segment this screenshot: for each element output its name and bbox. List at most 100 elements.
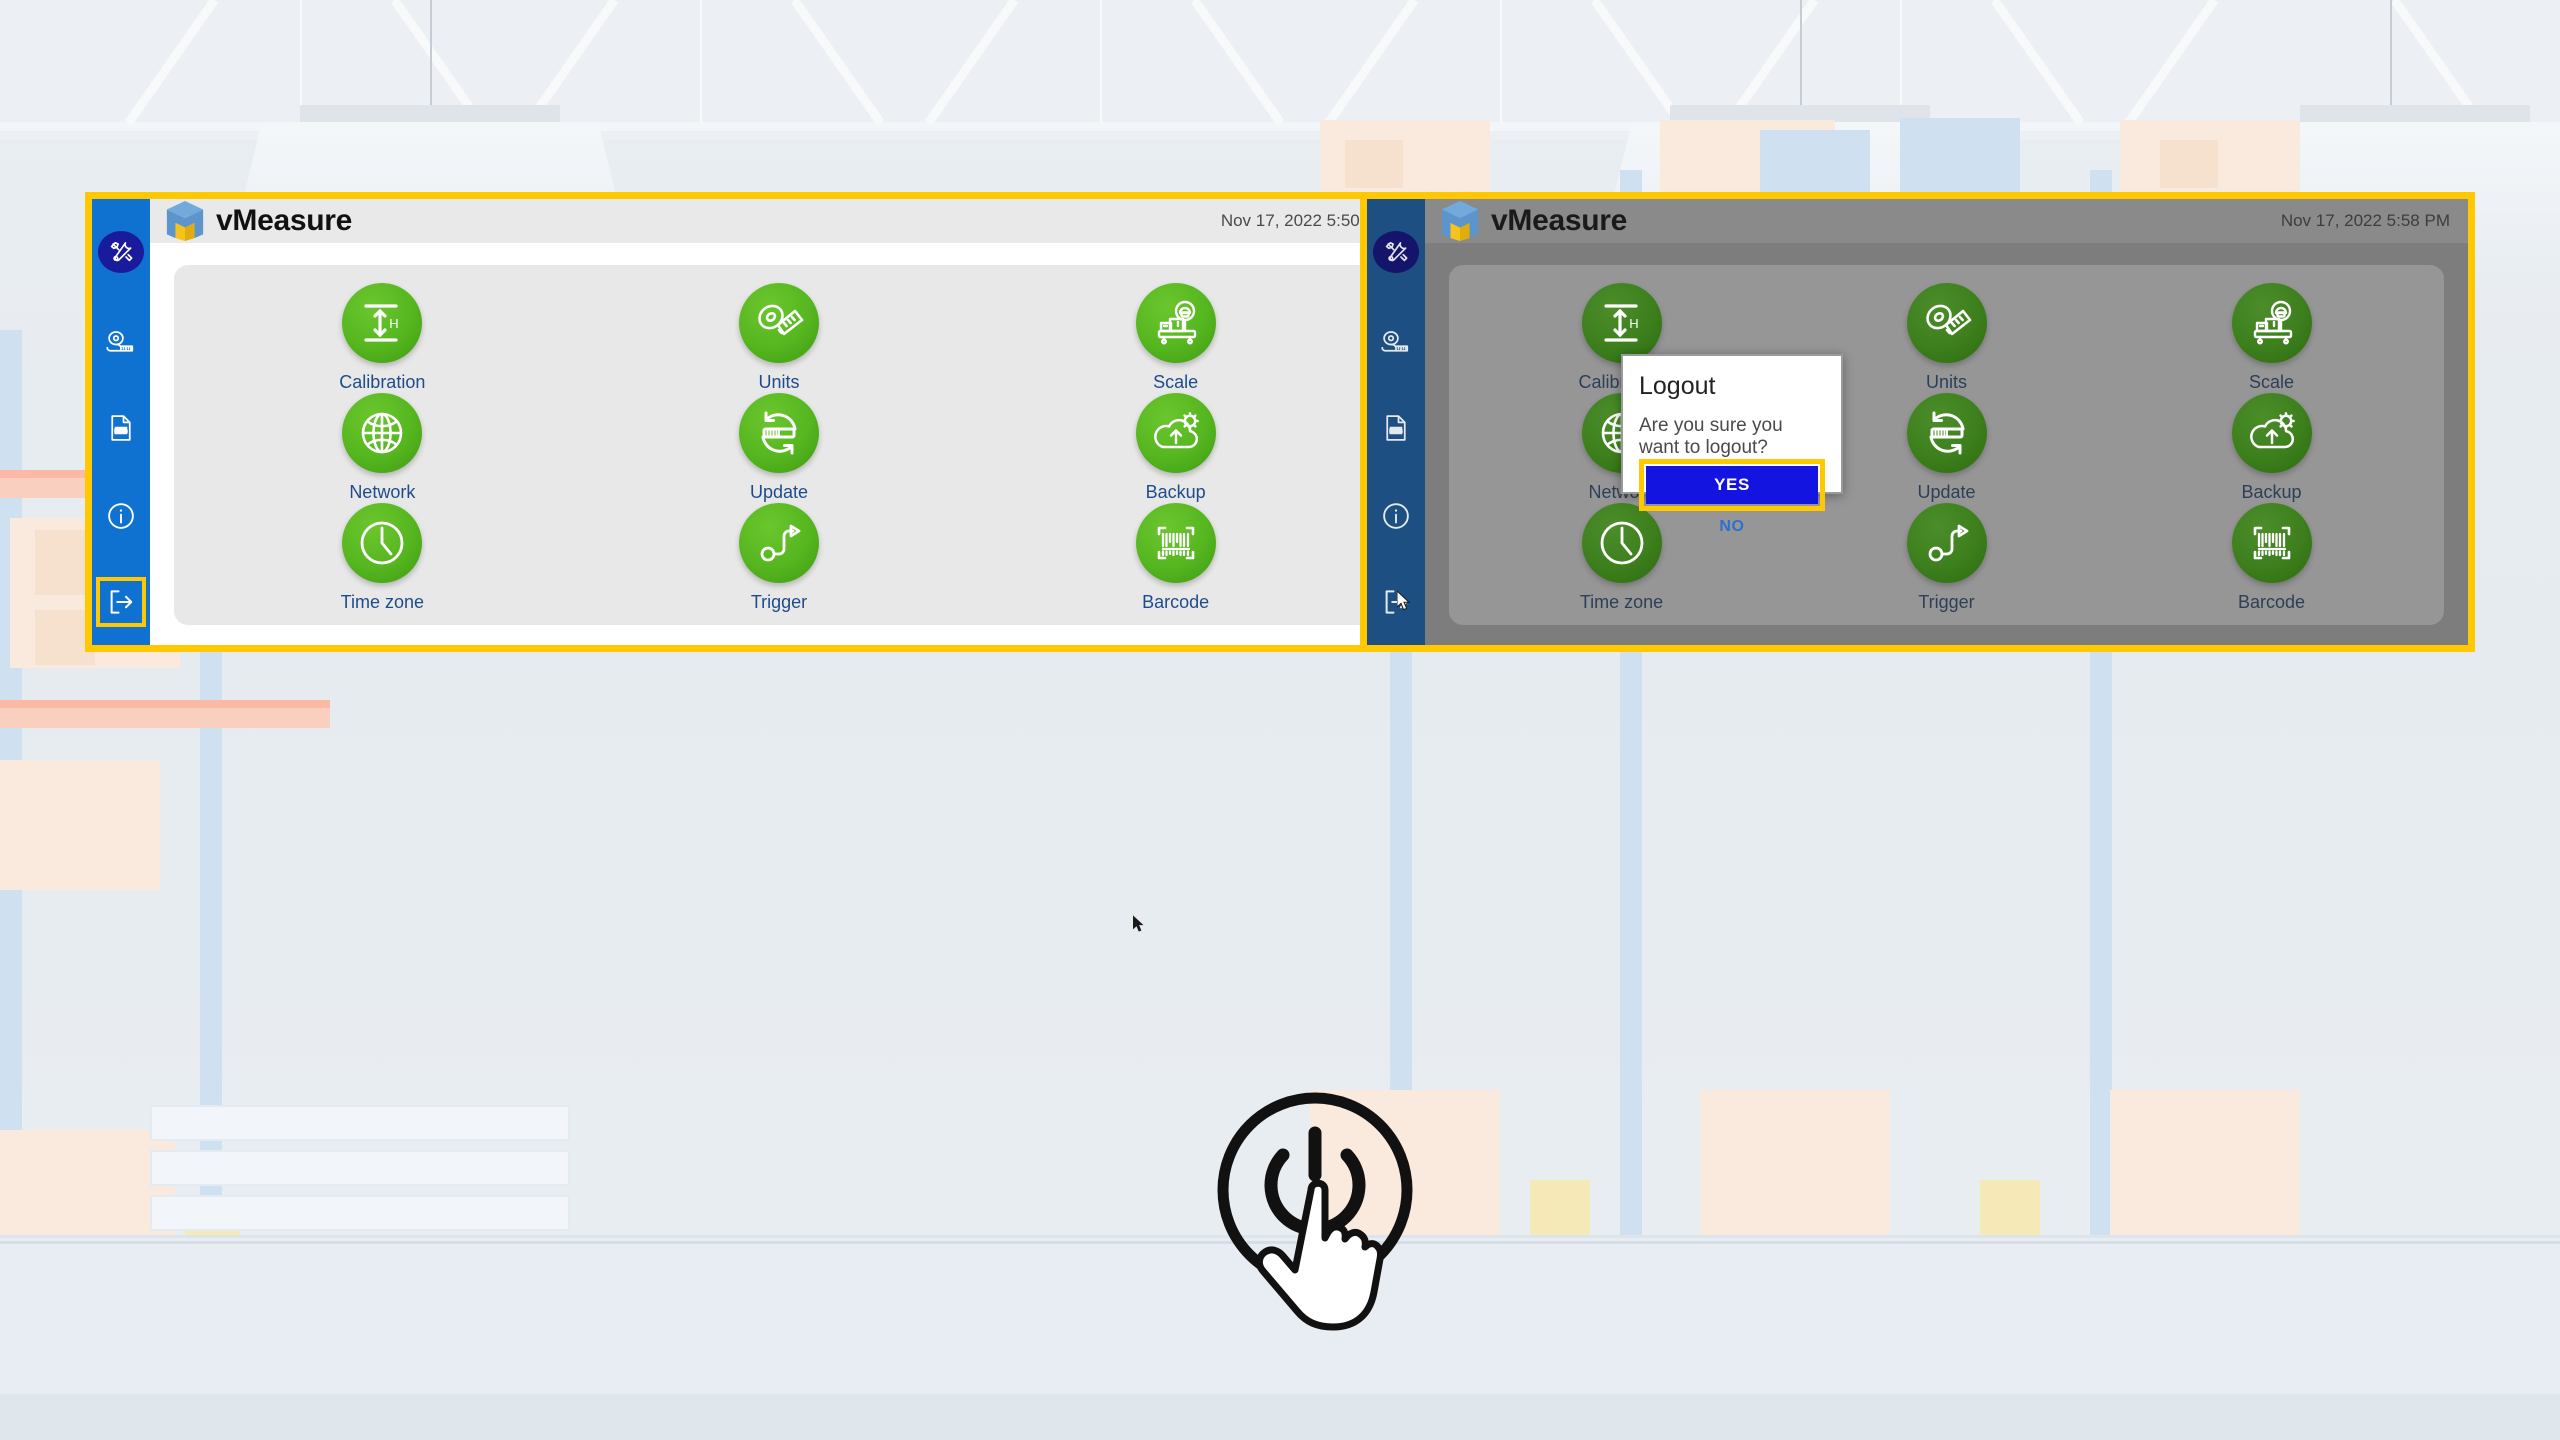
sidebar: LOG <box>1367 199 1425 645</box>
settings-grid: HCalibrationUnitsScaleNetworkUpdateBacku… <box>1449 265 2444 625</box>
sidebar-item-info[interactable] <box>100 495 142 537</box>
trigger-path-arrow-icon <box>1906 503 1987 583</box>
svg-text:LOG: LOG <box>1390 429 1403 435</box>
brand: vMeasure <box>164 199 352 243</box>
truss-post <box>300 0 302 122</box>
settings-tile-label: Scale <box>2248 372 2295 392</box>
refresh-progress-icon <box>738 393 819 473</box>
sidebar-item-logs[interactable]: LOG <box>100 407 142 449</box>
height-gauge-icon: H <box>1581 283 1662 363</box>
logout-confirm-button[interactable]: YES <box>1646 466 1818 504</box>
settings-tile-calibration[interactable]: H Calibration <box>184 283 581 393</box>
settings-tile-label: Backup <box>2241 482 2302 502</box>
settings-tile-label: Update <box>1917 482 1976 502</box>
sidebar-item-logout[interactable] <box>96 577 146 627</box>
cloud-upload-gear-icon <box>1135 393 1216 473</box>
measuring-tape-ruler-icon <box>738 283 819 363</box>
logout-arrow-icon <box>106 587 136 617</box>
vmeasure-cube-logo <box>164 199 206 243</box>
app-title: vMeasure <box>216 204 353 237</box>
lamp-cord <box>2390 0 2392 108</box>
settings-tile-label: Units <box>1925 372 1967 392</box>
ceiling-lamp <box>300 105 560 123</box>
shelf-label <box>150 1105 570 1141</box>
height-gauge-icon: H <box>342 283 423 363</box>
shelf-label <box>150 1195 570 1231</box>
settings-grid: HCalibrationUnitsScale Network Update Backu… <box>174 265 1384 625</box>
panel-main: vMeasure Nov 17, 2022 5:50 PM H Calibrati… <box>150 199 1408 645</box>
brand: vMeasure <box>1439 199 1627 243</box>
log-document-icon: LOG <box>106 413 136 443</box>
barcode-scan-icon <box>1135 503 1216 583</box>
settings-tile-scale[interactable]: Scale <box>2109 283 2434 393</box>
settings-tile-label: Barcode <box>1142 592 1210 612</box>
dialog-actions: YES NO <box>1639 459 1825 540</box>
settings-tile-backup[interactable]: Backup <box>2109 393 2434 503</box>
sidebar-item-settings[interactable] <box>1373 231 1419 273</box>
lamp-cord <box>1800 0 1802 108</box>
settings-tile-units[interactable]: Units <box>581 283 978 393</box>
dialog-message: Are you sure you want to logout? <box>1639 415 1783 458</box>
lamp-cord <box>430 0 432 108</box>
settings-tile-trigger[interactable]: Trigger <box>581 503 978 613</box>
sidebar: LOG <box>92 199 150 645</box>
truss-post <box>1900 0 1902 122</box>
sidebar-item-info[interactable] <box>1375 495 1417 537</box>
clock-icon <box>342 503 423 583</box>
barcode-scan-icon <box>2231 503 2312 583</box>
timestamp: Nov 17, 2022 5:58 PM <box>2280 211 2450 230</box>
settings-tile-network[interactable]: Network <box>184 393 581 503</box>
settings-tile-barcode[interactable]: Barcode <box>2109 503 2434 613</box>
trigger-path-arrow-icon <box>738 503 819 583</box>
tools-wrench-screwdriver-icon <box>1383 239 1410 266</box>
truss-post <box>1500 0 1502 122</box>
panel-main: vMeasure Nov 17, 2022 5:58 PM HCalibrati… <box>1425 199 2468 645</box>
sidebar-item-logs[interactable]: LOG <box>1375 407 1417 449</box>
floor-strip <box>0 1394 2560 1440</box>
settings-tile-label: Update <box>749 482 809 502</box>
log-document-icon: LOG <box>1381 413 1411 443</box>
settings-tile-label: Time zone <box>340 592 425 612</box>
measuring-tape-ruler-icon <box>1906 283 1987 363</box>
settings-tile-label: Trigger <box>750 592 808 612</box>
settings-tile-trigger[interactable]: Trigger <box>1784 503 2109 613</box>
content-area: HCalibrationUnitsScale Network Update Backu… <box>150 243 1408 645</box>
logout-cancel-button[interactable]: NO <box>1639 511 1825 540</box>
truss-post <box>1100 0 1102 122</box>
vmeasure-cube-logo <box>1439 199 1481 243</box>
mouse-cursor <box>1396 589 1413 618</box>
mouse-cursor <box>1133 915 1147 940</box>
settings-tile-label: Barcode <box>2237 592 2306 612</box>
sidebar-item-measure[interactable] <box>1375 321 1417 363</box>
sidebar-item-settings[interactable] <box>98 231 144 273</box>
settings-tile-label: Network <box>349 482 416 502</box>
topbar: vMeasure Nov 17, 2022 5:50 PM <box>150 199 1408 243</box>
measuring-tape-icon <box>1381 327 1411 357</box>
ceiling-lamp <box>2300 105 2530 123</box>
settings-tile-update[interactable]: Update <box>581 393 978 503</box>
app-title: vMeasure <box>1491 204 1628 237</box>
sidebar-item-measure[interactable] <box>100 321 142 363</box>
content-area: HCalibrationUnitsScaleNetworkUpdateBacku… <box>1425 243 2468 645</box>
settings-tile-scale[interactable]: Scale <box>977 283 1374 393</box>
truss-post <box>700 0 702 122</box>
settings-tile-label: Backup <box>1145 482 1206 502</box>
weighing-scale-icon <box>1135 283 1216 363</box>
device-screen-before: LOG vMeasure Nov 17, 2022 5:50 PM H Cali… <box>85 192 1415 652</box>
settings-tile-time-zone[interactable]: Time zone <box>184 503 581 613</box>
shelf-label <box>150 1150 570 1186</box>
power-button-annotation <box>1215 1085 1425 1360</box>
settings-tile-barcode[interactable]: Barcode <box>977 503 1374 613</box>
confirm-highlight-box: YES <box>1639 459 1825 511</box>
settings-tile-label: Time zone <box>1579 592 1664 612</box>
refresh-progress-icon <box>1906 393 1987 473</box>
dialog-title: Logout <box>1639 372 1716 400</box>
info-circle-icon <box>106 501 136 531</box>
screenshot-root: LOG vMeasure Nov 17, 2022 5:50 PM H Cali… <box>0 0 2560 1440</box>
settings-tile-backup[interactable]: Backup <box>977 393 1374 503</box>
weighing-scale-icon <box>2231 283 2312 363</box>
settings-tile-label: Trigger <box>1918 592 1975 612</box>
device-screen-after: LOG vMeasure Nov 17, 2022 5:58 PM H Unit… <box>1360 192 2475 652</box>
svg-text:H: H <box>1629 316 1638 331</box>
info-circle-icon <box>1381 501 1411 531</box>
